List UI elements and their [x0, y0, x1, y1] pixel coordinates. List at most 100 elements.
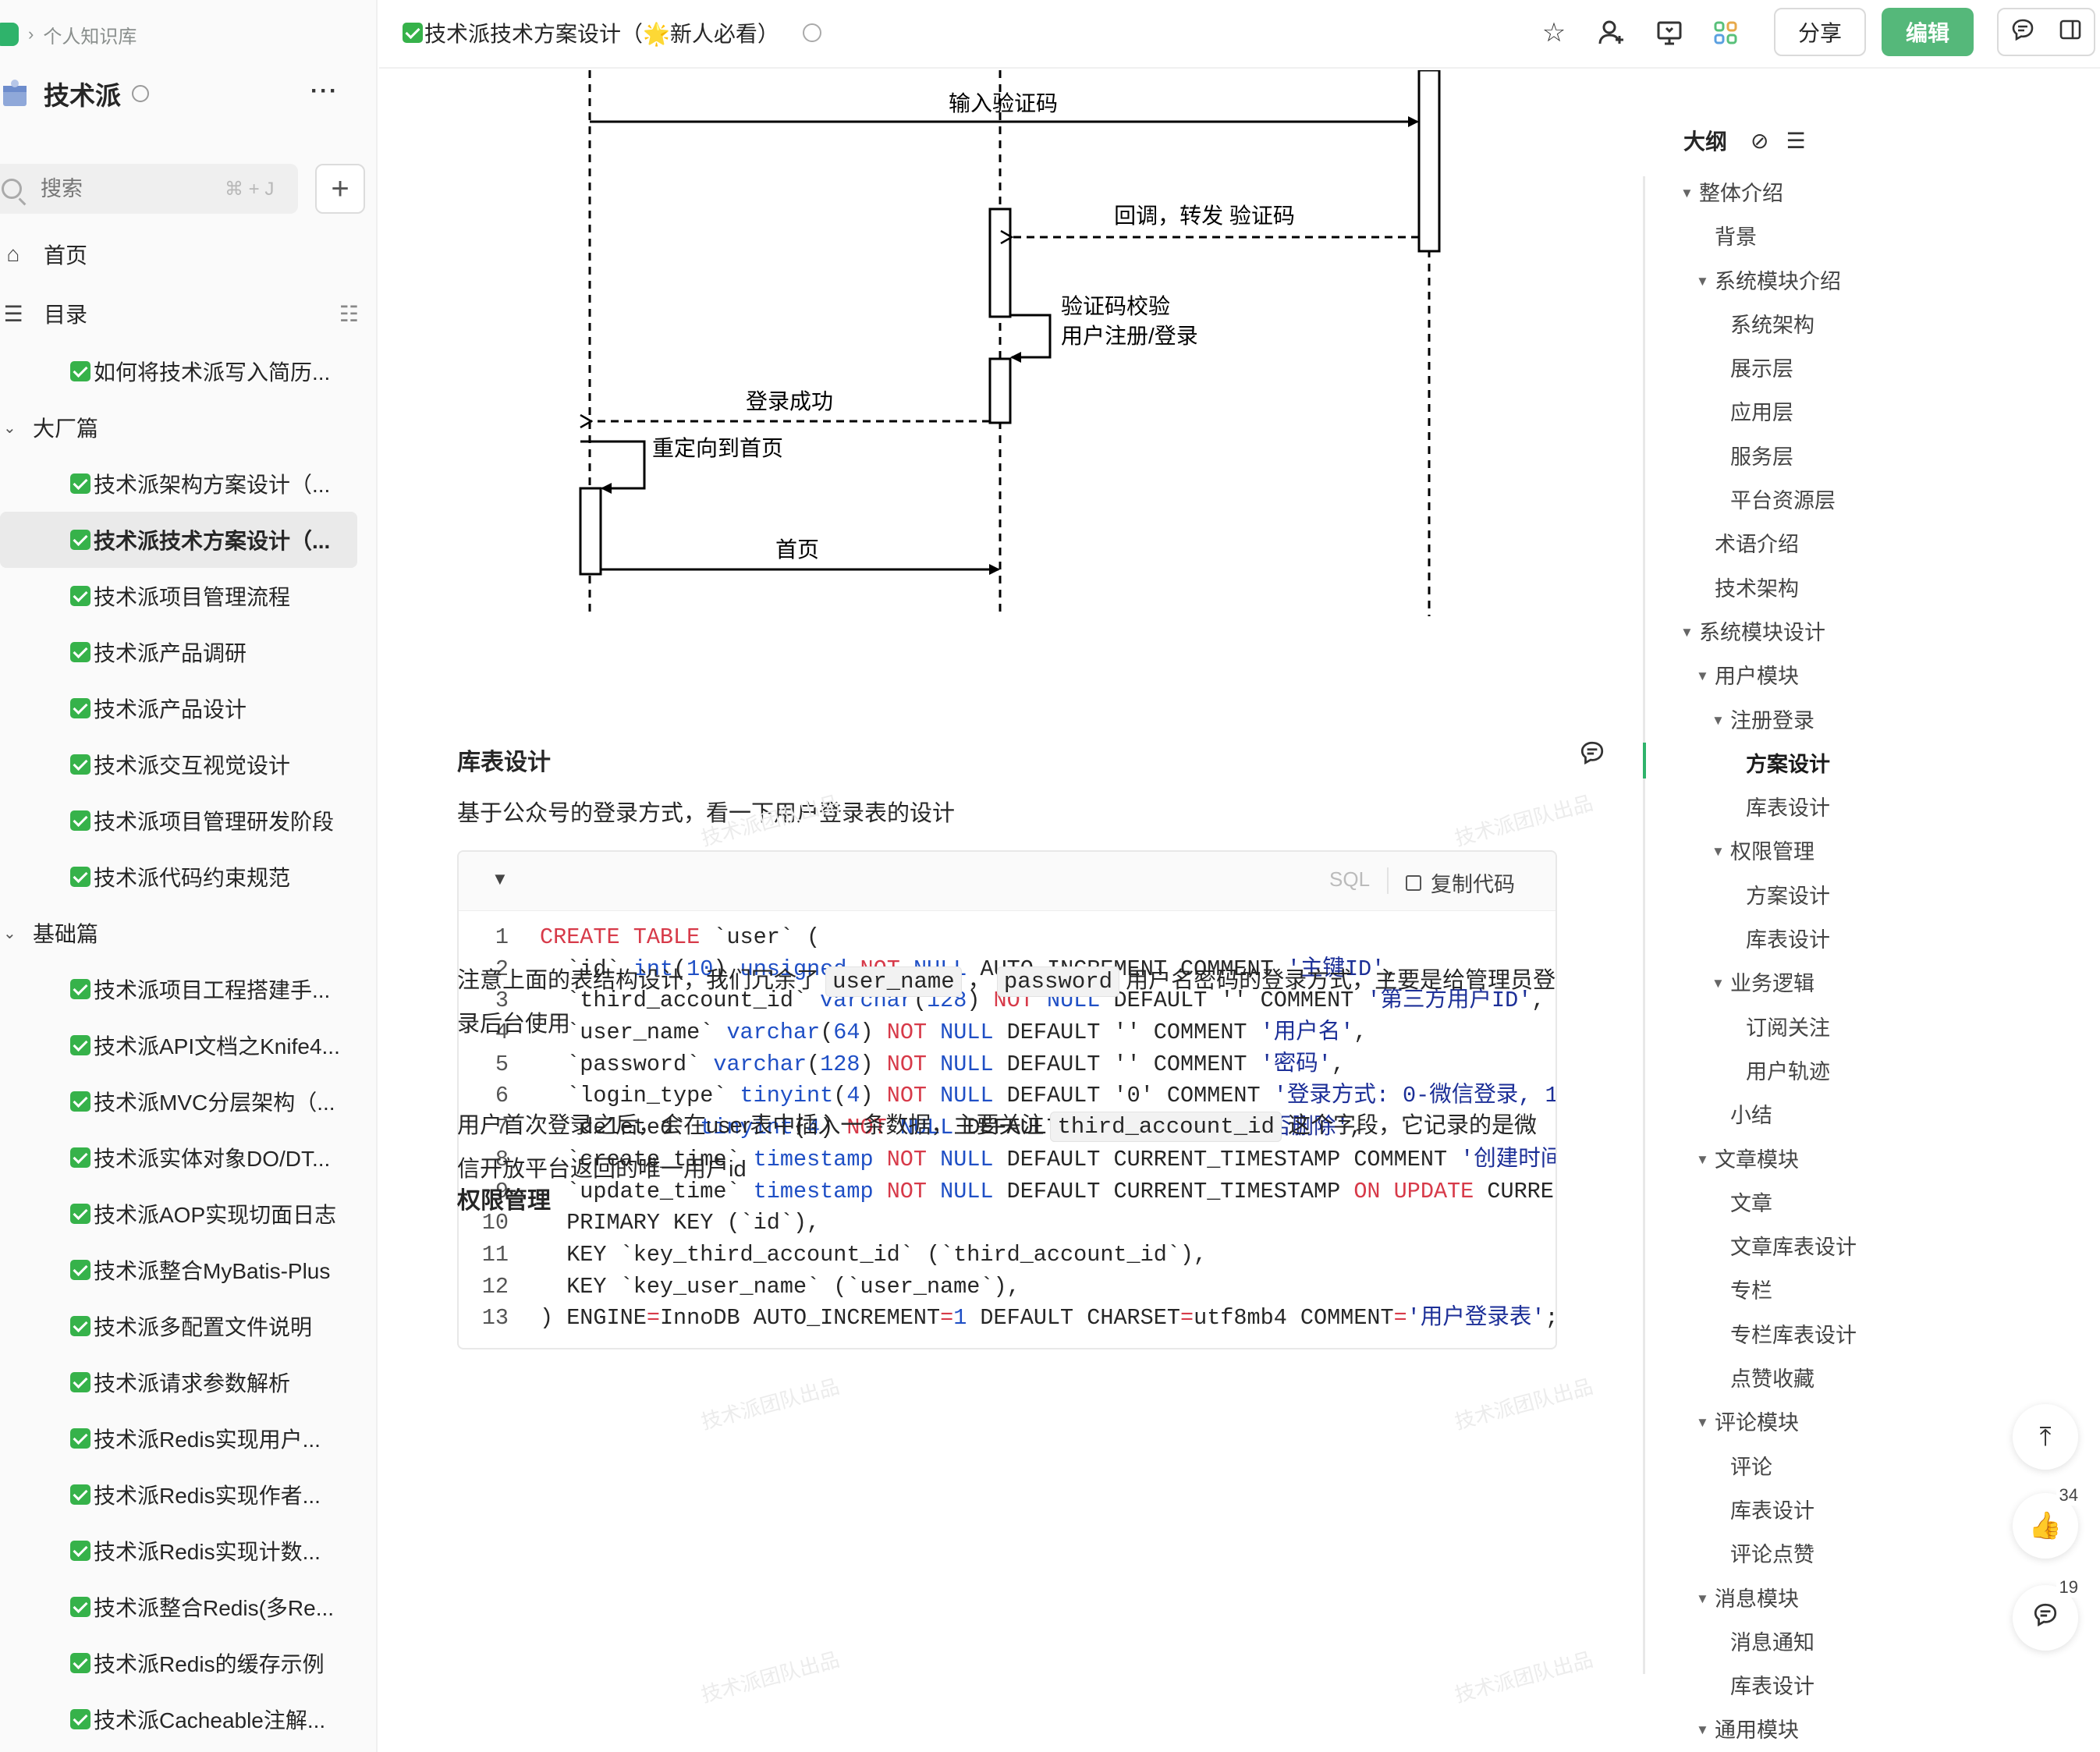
outline-item[interactable]: ▼ 注册登录 [1643, 699, 2010, 743]
tree-doc-item[interactable]: 技术派Redis实现用户... [0, 1410, 376, 1467]
chevron-down-icon[interactable]: ⌄ [3, 924, 16, 943]
tree-doc-item[interactable]: 如何将技术派写入简历... [0, 343, 376, 399]
outline-item[interactable]: ▼ 通用模块 [1643, 1708, 2010, 1752]
hide-outline-icon[interactable]: ⊘ [1751, 128, 1768, 154]
edit-button[interactable]: 编辑 [1882, 8, 1974, 56]
outline-item[interactable]: 背景 [1643, 215, 2010, 259]
outline-item[interactable]: 专栏 [1643, 1269, 2010, 1313]
tree-doc-item[interactable]: 技术派多配置文件说明 [0, 1298, 376, 1354]
add-collaborator-icon[interactable] [1595, 16, 1629, 50]
outline-item[interactable]: 方案设计 [1643, 874, 2010, 918]
outline-item[interactable]: ▼ 用户模块 [1643, 654, 2010, 698]
tree-doc-item[interactable]: 技术派Cacheable注解... [0, 1691, 376, 1747]
tree-doc-item[interactable]: 技术派Redis实现作者... [0, 1467, 376, 1523]
tree-doc-item[interactable]: 技术派架构方案设计（... [0, 456, 376, 512]
presentation-icon[interactable] [1652, 16, 1687, 50]
like-button[interactable]: 👍 34 [2013, 1485, 2081, 1559]
outline-item[interactable]: ▼ 系统模块设计 [1643, 611, 2010, 654]
tree-doc-item[interactable]: 技术派MVC分层架构（... [0, 1073, 376, 1130]
outline-item[interactable]: ▼ 评论模块 [1643, 1401, 2010, 1445]
tree-doc-item[interactable]: 技术派AOP实现切面日志 [0, 1186, 376, 1242]
collapse-icon[interactable]: ▼ [491, 869, 509, 889]
back-to-top-button[interactable]: ⤒ [2013, 1404, 2078, 1470]
outline-item[interactable]: 用户轨迹 [1643, 1050, 2010, 1094]
outline-item[interactable]: 文章库表设计 [1643, 1225, 2010, 1269]
toc-view-icon[interactable]: ☷ [339, 301, 359, 327]
comments-icon[interactable] [2010, 17, 2035, 48]
tree-group[interactable]: ⌄ 基础篇 [0, 905, 376, 961]
book-settings-icon[interactable] [132, 85, 149, 102]
tree-doc-item[interactable]: 技术派整合MyBatis-Plus [0, 1242, 376, 1298]
caret-down-icon[interactable]: ▼ [1712, 962, 1725, 1005]
outline-item[interactable]: ▼ 消息模块 [1643, 1577, 2010, 1621]
sidebar-panel-icon[interactable] [2058, 17, 2083, 48]
outline-item[interactable]: 服务层 [1643, 435, 2010, 479]
outline-item[interactable]: 评论点赞 [1643, 1533, 2010, 1576]
outline-item[interactable]: ▼ 业务逻辑 [1643, 962, 2010, 1005]
outline-item[interactable]: 专栏库表设计 [1643, 1314, 2010, 1357]
outline-item[interactable]: 系统架构 [1643, 303, 2010, 347]
caret-down-icon[interactable]: ▼ [1712, 830, 1725, 874]
caret-down-icon[interactable]: ▼ [1712, 699, 1725, 743]
caret-down-icon[interactable]: ▼ [1696, 1138, 1709, 1182]
breadcrumb[interactable]: › 个人知识库 [0, 20, 137, 48]
outline-item[interactable]: 库表设计 [1643, 786, 2010, 830]
tree-doc-item[interactable]: 技术派实体对象DO/DT... [0, 1130, 376, 1186]
tree-doc-item[interactable]: 技术派整合Redis(多Re... [0, 1579, 376, 1635]
nav-home[interactable]: ⌂ 首页 [0, 231, 359, 278]
outline-item[interactable]: 库表设计 [1643, 1489, 2010, 1533]
tree-group[interactable]: ⌄ 大厂篇 [0, 399, 376, 456]
outline-item[interactable]: ▼ 整体介绍 [1643, 172, 2010, 215]
outline-item[interactable]: 术语介绍 [1643, 523, 2010, 566]
caret-down-icon[interactable]: ▼ [1680, 611, 1694, 654]
outline-item[interactable]: 库表设计 [1643, 918, 2010, 962]
outline-item[interactable]: ▼ 系统模块介绍 [1643, 260, 2010, 303]
nav-toc[interactable]: ☰ 目录 ☷ [0, 290, 359, 337]
more-options-button[interactable]: ··· [310, 78, 339, 105]
outline-item[interactable]: 评论 [1643, 1445, 2010, 1489]
apps-icon[interactable] [1708, 16, 1743, 50]
copy-code-button[interactable]: 复制代码 [1406, 867, 1515, 898]
comment-button[interactable]: 19 [2013, 1577, 2081, 1651]
tree-doc-item[interactable]: 技术派Redis实现计数... [0, 1523, 376, 1579]
tree-doc-item[interactable]: 技术派交互视觉设计 [0, 736, 376, 793]
tree-doc-item[interactable]: 技术派项目管理研发阶段 [0, 793, 376, 849]
caret-down-icon[interactable]: ▼ [1696, 1577, 1709, 1621]
breadcrumb-label[interactable]: 个人知识库 [43, 21, 137, 48]
outline-item[interactable]: 库表设计 [1643, 1665, 2010, 1708]
tree-doc-item[interactable]: 技术派产品设计 [0, 680, 376, 736]
book-title[interactable]: 技术派 [44, 75, 121, 112]
add-button[interactable]: + [315, 164, 365, 214]
caret-down-icon[interactable]: ▼ [1696, 1401, 1709, 1445]
caret-down-icon[interactable]: ▼ [1696, 1708, 1709, 1752]
outline-item[interactable]: 方案设计 [1643, 743, 2010, 786]
tree-doc-item[interactable]: 技术派代码约束规范 [0, 849, 376, 905]
caret-down-icon[interactable]: ▼ [1680, 172, 1694, 215]
outline-level-icon[interactable]: ☰ [1786, 128, 1805, 154]
tree-doc-item[interactable]: 技术派技术方案设计（... [0, 512, 357, 568]
outline-item[interactable]: 订阅关注 [1643, 1006, 2010, 1050]
search-box[interactable]: ⌘ + J [0, 164, 298, 214]
outline-item[interactable]: 展示层 [1643, 347, 2010, 391]
outline-item[interactable]: 技术架构 [1643, 567, 2010, 611]
tree-doc-item[interactable]: 技术派项目管理流程 [0, 568, 376, 624]
search-input[interactable] [41, 176, 220, 201]
outline-item[interactable]: ▼ 权限管理 [1643, 830, 2010, 874]
chevron-down-icon[interactable]: ⌄ [3, 418, 16, 438]
tree-doc-item[interactable]: 技术派产品调研 [0, 624, 376, 680]
caret-down-icon[interactable]: ▼ [1696, 654, 1709, 698]
tree-doc-item[interactable]: 技术派API文档之Knife4... [0, 1017, 376, 1073]
doc-settings-icon[interactable] [802, 23, 821, 42]
outline-item[interactable]: 点赞收藏 [1643, 1357, 2010, 1401]
tree-doc-item[interactable]: 技术派请求参数解析 [0, 1354, 376, 1410]
share-button[interactable]: 分享 [1774, 8, 1866, 56]
outline-item[interactable]: 消息通知 [1643, 1621, 2010, 1665]
tree-doc-item[interactable]: 技术派项目工程搭建手... [0, 961, 376, 1017]
tree-doc-item[interactable]: 技术派Redis的缓存示例 [0, 1635, 376, 1691]
outline-item[interactable]: ▼ 文章模块 [1643, 1138, 2010, 1182]
caret-down-icon[interactable]: ▼ [1696, 260, 1709, 303]
outline-item[interactable]: 文章 [1643, 1182, 2010, 1225]
outline-item[interactable]: 小结 [1643, 1094, 2010, 1137]
outline-item[interactable]: 平台资源层 [1643, 479, 2010, 523]
star-icon[interactable]: ☆ [1537, 16, 1571, 50]
